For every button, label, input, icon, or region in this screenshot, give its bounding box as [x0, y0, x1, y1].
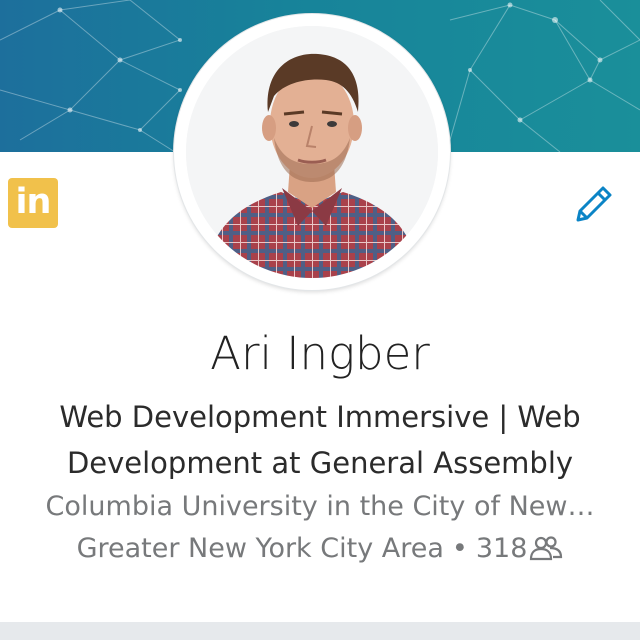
profile-meta: Greater New York City Area • 318 [20, 528, 620, 570]
edit-profile-button[interactable] [570, 180, 618, 228]
profile-education[interactable]: Columbia University in the City of New… [20, 486, 620, 528]
connections-count[interactable]: 318 [476, 533, 528, 564]
linkedin-logo-icon: in [8, 178, 58, 228]
profile-headline: Web Development Immersive | Web Developm… [59, 400, 581, 480]
linkedin-logo-text: in [15, 181, 52, 222]
profile-name: Ari Ingber [210, 327, 430, 380]
people-icon [530, 536, 563, 561]
profile-location: Greater New York City Area [76, 533, 444, 564]
section-divider [0, 622, 640, 640]
pencil-icon [576, 186, 612, 222]
meta-separator: • [451, 533, 468, 564]
profile-avatar[interactable] [186, 26, 438, 278]
avatar-portrait [186, 26, 438, 278]
